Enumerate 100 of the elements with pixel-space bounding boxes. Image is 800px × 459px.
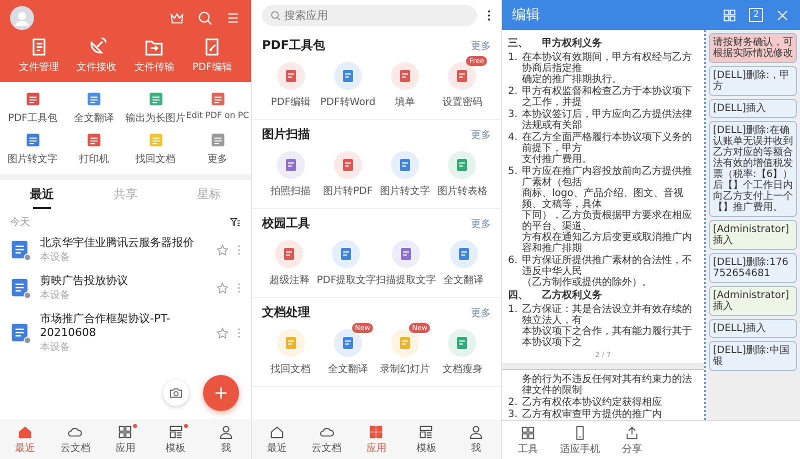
app-button[interactable]: 图片转文字 xyxy=(380,184,430,198)
comment[interactable]: [DELL]删除:中国银 xyxy=(709,341,797,371)
app-button[interactable]: PDF提取文字 xyxy=(316,273,376,287)
document-icon[interactable] xyxy=(334,329,362,357)
app-button[interactable]: 拍照扫描 xyxy=(270,184,311,198)
comment[interactable]: [DELL]插入 xyxy=(709,99,797,118)
quick-action-button[interactable]: 文件传输 xyxy=(134,60,174,74)
filter-icon[interactable] xyxy=(229,216,241,228)
app-button[interactable]: 设置密码 xyxy=(442,95,482,109)
app-button[interactable]: 图片转PDF xyxy=(323,184,373,198)
star-icon[interactable] xyxy=(216,244,229,256)
app-button[interactable]: PDF编辑 xyxy=(270,95,310,109)
nav-tab[interactable]: 云文档 xyxy=(302,424,352,455)
app-button[interactable]: 超级注释 xyxy=(269,273,310,287)
add-button[interactable] xyxy=(203,375,239,411)
document-icon[interactable] xyxy=(391,329,420,357)
document-text: 务的行为不违反任何对其有约束力的法律文件的限制 xyxy=(522,374,693,396)
star-icon[interactable] xyxy=(216,326,229,340)
document-icon[interactable] xyxy=(391,151,420,179)
section-title: 文档处理 xyxy=(262,304,310,321)
comment[interactable]: [DELL]删除:176752654681 xyxy=(709,253,797,283)
tab[interactable]: 最近 xyxy=(0,180,84,209)
app-button[interactable]: 录制幻灯片 xyxy=(380,362,430,376)
toolbar-button[interactable]: 工具 xyxy=(518,425,538,456)
tool-button[interactable]: Edit PDF on PC xyxy=(186,111,249,121)
document-icon[interactable] xyxy=(85,131,104,149)
document-icon[interactable] xyxy=(334,62,362,90)
document-icon[interactable] xyxy=(448,62,476,90)
document-text: 下同），乙方负责根据甲方要求在相应的平台、渠道、 xyxy=(522,210,693,232)
quick-action-button[interactable]: PDF编辑 xyxy=(192,60,232,74)
document-text: 甲方应在推广内容投放前向乙方提供推广素材（包括 xyxy=(522,166,693,188)
tool-button[interactable]: 打印机 xyxy=(79,152,110,166)
file-name[interactable]: 北京华宇佳业腾讯云服务器报价 xyxy=(40,236,200,250)
star-icon[interactable] xyxy=(216,282,229,294)
quick-action-button[interactable]: 文件管理 xyxy=(18,60,59,74)
app-button[interactable]: 文档瘦身 xyxy=(442,362,482,376)
tool-button[interactable]: 输出为长图片 xyxy=(126,111,186,125)
document-icon xyxy=(10,277,32,299)
comment[interactable]: [Administrator]插入 xyxy=(709,220,797,250)
document-icon[interactable] xyxy=(276,62,305,90)
document-icon[interactable] xyxy=(146,90,165,108)
app-button[interactable]: 扫描提取文字 xyxy=(376,273,436,287)
nav-tab[interactable]: 应用 xyxy=(100,424,151,455)
comment[interactable]: [DELL]插入 xyxy=(709,319,797,338)
tool-button[interactable]: 找回文档 xyxy=(136,152,176,166)
document-icon[interactable] xyxy=(276,329,305,357)
avatar-icon[interactable] xyxy=(10,6,34,30)
section-number: 三、 xyxy=(508,38,528,49)
tool-button[interactable]: PDF工具包 xyxy=(8,111,58,125)
document-icon[interactable] xyxy=(208,131,227,149)
document-icon[interactable] xyxy=(208,90,227,108)
document-icon[interactable] xyxy=(391,62,420,90)
file-location: 本设备 xyxy=(40,288,71,302)
document-icon[interactable] xyxy=(448,151,476,179)
document-icon[interactable] xyxy=(85,90,104,108)
document-icon[interactable] xyxy=(24,131,42,149)
app-button[interactable]: 全文翻译 xyxy=(444,273,484,287)
grid-icon[interactable] xyxy=(722,8,738,22)
camera-button[interactable] xyxy=(163,380,189,406)
tool-button[interactable]: 全文翻译 xyxy=(74,111,114,125)
tool-button[interactable]: 图片转文字 xyxy=(8,152,58,166)
tool-button[interactable]: 更多 xyxy=(208,152,228,166)
document-icon[interactable] xyxy=(392,240,420,268)
search-icon[interactable] xyxy=(197,10,213,26)
document-icon[interactable] xyxy=(334,151,362,179)
file-name[interactable]: 剪映广告投放协议 xyxy=(40,274,200,288)
toolbar-button[interactable]: 适应手机 xyxy=(560,425,600,456)
document-icon[interactable] xyxy=(332,240,360,268)
document-icon[interactable] xyxy=(24,90,42,108)
crown-icon[interactable] xyxy=(169,10,185,26)
more-icon[interactable] xyxy=(487,9,491,22)
document-icon[interactable] xyxy=(276,151,305,179)
document-icon[interactable] xyxy=(450,240,478,268)
toolbar-button[interactable]: 分享 xyxy=(622,425,642,456)
app-button[interactable]: 找回文档 xyxy=(270,362,311,376)
document-icon[interactable] xyxy=(275,240,304,268)
nav-tab[interactable]: 我 xyxy=(451,424,501,455)
search-field[interactable]: 搜索应用 xyxy=(262,5,477,26)
comment[interactable]: [DELL]删除:，甲方 xyxy=(709,66,797,96)
comment[interactable]: [Administrator]插入 xyxy=(709,286,797,316)
app-button[interactable]: PDF转Word xyxy=(320,95,376,109)
close-icon[interactable] xyxy=(775,8,790,22)
list-number: 1. xyxy=(508,304,519,317)
nav-tab[interactable]: 最近 xyxy=(252,424,302,455)
comment[interactable]: 请按财务确认，可根据实际情况修改 xyxy=(709,33,797,63)
person-icon xyxy=(468,424,484,440)
document-icon[interactable] xyxy=(448,329,476,357)
app-button[interactable]: 图片转表格 xyxy=(437,184,488,198)
nav-tab[interactable]: 云文档 xyxy=(50,424,100,455)
nav-tab[interactable]: 模板 xyxy=(401,424,452,455)
quick-action-button[interactable]: 文件接收 xyxy=(76,60,117,74)
comment[interactable]: [DELL]删除:在确认账单无误并收到乙方对应的等额合法有效的增值税发票（税率:【6】）后【】个工作日内向乙方支付上一个【】推广费用。 xyxy=(709,121,797,217)
app-button[interactable]: 全文翻译 xyxy=(328,362,368,376)
nav-tab[interactable]: 我 xyxy=(200,424,251,455)
document-text: 乙方保证：其是合法设立并有效存续的独立法人，有 xyxy=(522,304,693,326)
person-icon xyxy=(218,424,234,440)
app-button[interactable]: 填单 xyxy=(395,95,416,109)
file-name[interactable]: 市场推广合作框架协议-PT-20210608 xyxy=(40,312,200,340)
page-count-button[interactable]: 2 xyxy=(749,8,763,22)
nav-tab[interactable]: 模板 xyxy=(150,424,201,455)
